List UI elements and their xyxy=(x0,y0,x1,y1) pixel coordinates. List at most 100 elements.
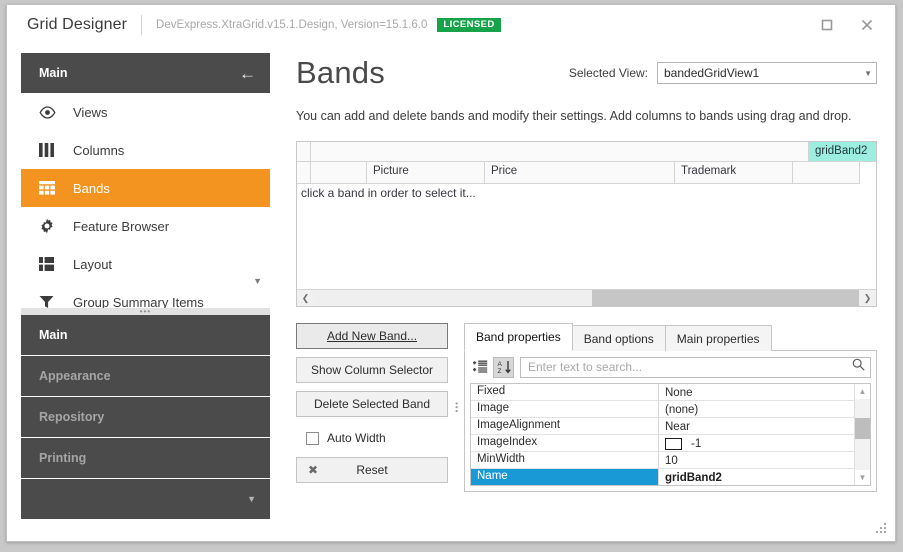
property-row-minwidth[interactable]: MinWidth 10 xyxy=(471,452,854,469)
property-row-name[interactable]: Name gridBand2 xyxy=(471,469,854,485)
svg-text:A: A xyxy=(497,361,502,368)
property-row-fixed[interactable]: Fixed None xyxy=(471,384,854,401)
tab-label: Band options xyxy=(583,331,654,346)
column-cell-trailing[interactable] xyxy=(793,162,860,184)
chevron-left-icon[interactable]: ❮ xyxy=(297,290,314,306)
sidebar-item-feature-browser[interactable]: Feature Browser xyxy=(21,207,270,245)
auto-width-checkbox[interactable] xyxy=(306,431,319,445)
property-value[interactable]: gridBand2 xyxy=(659,469,854,485)
sidebar-bottom-item-main[interactable]: Main xyxy=(21,315,270,355)
property-toolbar: A Z Enter text to search... xyxy=(470,356,871,378)
sidebar-header-title: Main xyxy=(39,66,68,80)
title-separator xyxy=(141,15,143,35)
tab-band-options[interactable]: Band options xyxy=(571,325,666,351)
sidebar-splitter[interactable]: ••• xyxy=(21,307,270,315)
property-rows: Fixed None Image (none) ImageAlignment N xyxy=(471,384,854,485)
sidebar-item-group-summary-items[interactable]: Group Summary Items xyxy=(21,283,270,308)
sidebar-item-label: Layout xyxy=(73,256,113,272)
sidebar-item-label: Group Summary Items xyxy=(73,294,204,309)
property-grid-vertical-scrollbar[interactable]: ▲ ▼ xyxy=(854,384,870,485)
band-preview[interactable]: gridBand2 Picture Price Trademark click … xyxy=(296,141,877,307)
grid-designer-window: Grid Designer DevExpress.XtraGrid.v15.1.… xyxy=(6,4,896,542)
sort-alphabetical-icon[interactable]: A Z xyxy=(493,356,514,378)
resize-grip-icon[interactable] xyxy=(874,521,888,535)
sidebar-item-label: Columns xyxy=(73,142,125,158)
property-row-imageindex[interactable]: ImageIndex -1 xyxy=(471,435,854,452)
property-row-image[interactable]: Image (none) xyxy=(471,401,854,418)
maximize-icon[interactable] xyxy=(807,11,847,39)
sidebar-header: Main ← xyxy=(21,53,270,93)
app-title: Grid Designer xyxy=(27,16,128,33)
chevron-right-icon[interactable]: ❯ xyxy=(859,290,876,306)
sidebar-bottom-item-appearance[interactable]: Appearance xyxy=(21,356,270,396)
sidebar-item-layout[interactable]: Layout xyxy=(21,245,270,283)
sidebar-bottom-nav: Main Appearance Repository Printing ▼ xyxy=(21,315,270,520)
search-input[interactable]: Enter text to search... xyxy=(520,356,871,378)
gear-icon xyxy=(39,218,61,234)
band-actions: Add New Band... Show Column Selector Del… xyxy=(296,323,448,491)
selected-view-combobox[interactable]: bandedGridView1 ▼ xyxy=(657,62,877,84)
hscroll-track[interactable] xyxy=(314,290,859,306)
sidebar-bottom-more[interactable]: ▼ xyxy=(21,479,270,519)
selected-view-group: Selected View: bandedGridView1 ▼ xyxy=(569,62,877,84)
categorize-icon[interactable] xyxy=(470,357,491,378)
scroll-up-icon[interactable]: ▲ xyxy=(855,384,870,399)
sidebar-bottom-item-printing[interactable]: Printing xyxy=(21,438,270,478)
bands-icon xyxy=(39,180,61,196)
sidebar-bottom-label: Repository xyxy=(39,410,105,424)
delete-selected-band-button[interactable]: Delete Selected Band xyxy=(296,391,448,417)
sidebar-item-label: Views xyxy=(73,104,108,120)
close-icon[interactable] xyxy=(847,11,887,39)
property-value-container[interactable]: -1 xyxy=(659,435,854,451)
show-column-selector-button[interactable]: Show Column Selector xyxy=(296,357,448,383)
sidebar-bottom-label: Appearance xyxy=(39,369,111,383)
band-indicator-cell xyxy=(297,142,311,162)
chevron-down-icon: ▼ xyxy=(864,68,872,78)
property-name: ImageAlignment xyxy=(471,418,659,434)
reset-button[interactable]: ✖ Reset xyxy=(296,457,448,483)
column-cell-price[interactable]: Price xyxy=(485,162,675,184)
column-cell-blank[interactable] xyxy=(311,162,367,184)
sidebar-item-views[interactable]: Views xyxy=(21,93,270,131)
properties-tabs: Band properties Band options Main proper… xyxy=(464,323,877,351)
property-row-imagealignment[interactable]: ImageAlignment Near xyxy=(471,418,854,435)
reset-label: Reset xyxy=(356,463,388,477)
property-value[interactable]: 10 xyxy=(659,452,854,468)
band-header-row: gridBand2 xyxy=(297,142,876,162)
sidebar-item-bands[interactable]: Bands xyxy=(21,169,270,207)
property-value[interactable]: None xyxy=(659,384,854,400)
scroll-down-icon[interactable]: ▼ xyxy=(855,470,870,485)
x-icon: ✖ xyxy=(308,463,319,477)
column-cell-trademark[interactable]: Trademark xyxy=(675,162,793,184)
tab-label: Main properties xyxy=(676,331,760,346)
property-value: -1 xyxy=(691,437,702,450)
hscroll-thumb[interactable] xyxy=(591,290,859,306)
sidebar-scroll-down-icon[interactable]: ▼ xyxy=(253,276,262,286)
vscroll-track[interactable] xyxy=(855,399,870,470)
vscroll-thumb[interactable] xyxy=(855,418,870,440)
back-arrow-icon[interactable]: ← xyxy=(239,65,256,82)
layout-icon xyxy=(39,256,61,272)
funnel-icon xyxy=(39,294,61,308)
band-cell-gridband2[interactable]: gridBand2 xyxy=(809,142,876,162)
eye-icon xyxy=(39,104,61,120)
band-cell-empty[interactable] xyxy=(311,142,809,162)
auto-width-checkbox-row[interactable]: Auto Width xyxy=(296,425,448,451)
sidebar-item-columns[interactable]: Columns xyxy=(21,131,270,169)
column-indicator-cell xyxy=(297,162,311,184)
chevron-down-icon[interactable]: ▼ xyxy=(247,494,256,504)
search-icon[interactable] xyxy=(852,358,865,376)
add-new-band-button[interactable]: Add New Band... xyxy=(296,323,448,349)
panel-splitter[interactable]: ••• xyxy=(450,323,462,492)
property-value[interactable]: (none) xyxy=(659,401,854,417)
auto-width-label: Auto Width xyxy=(327,431,386,445)
tab-band-properties[interactable]: Band properties xyxy=(464,323,573,351)
preview-horizontal-scrollbar[interactable]: ❮ ❯ xyxy=(297,289,876,306)
column-cell-picture[interactable]: Picture xyxy=(367,162,485,184)
columns-icon xyxy=(39,142,61,158)
property-value[interactable]: Near xyxy=(659,418,854,434)
sidebar-bottom-item-repository[interactable]: Repository xyxy=(21,397,270,437)
tab-main-properties[interactable]: Main properties xyxy=(664,325,772,351)
add-new-band-label: Add New Band... xyxy=(326,329,418,343)
sidebar-item-label: Bands xyxy=(73,180,110,196)
